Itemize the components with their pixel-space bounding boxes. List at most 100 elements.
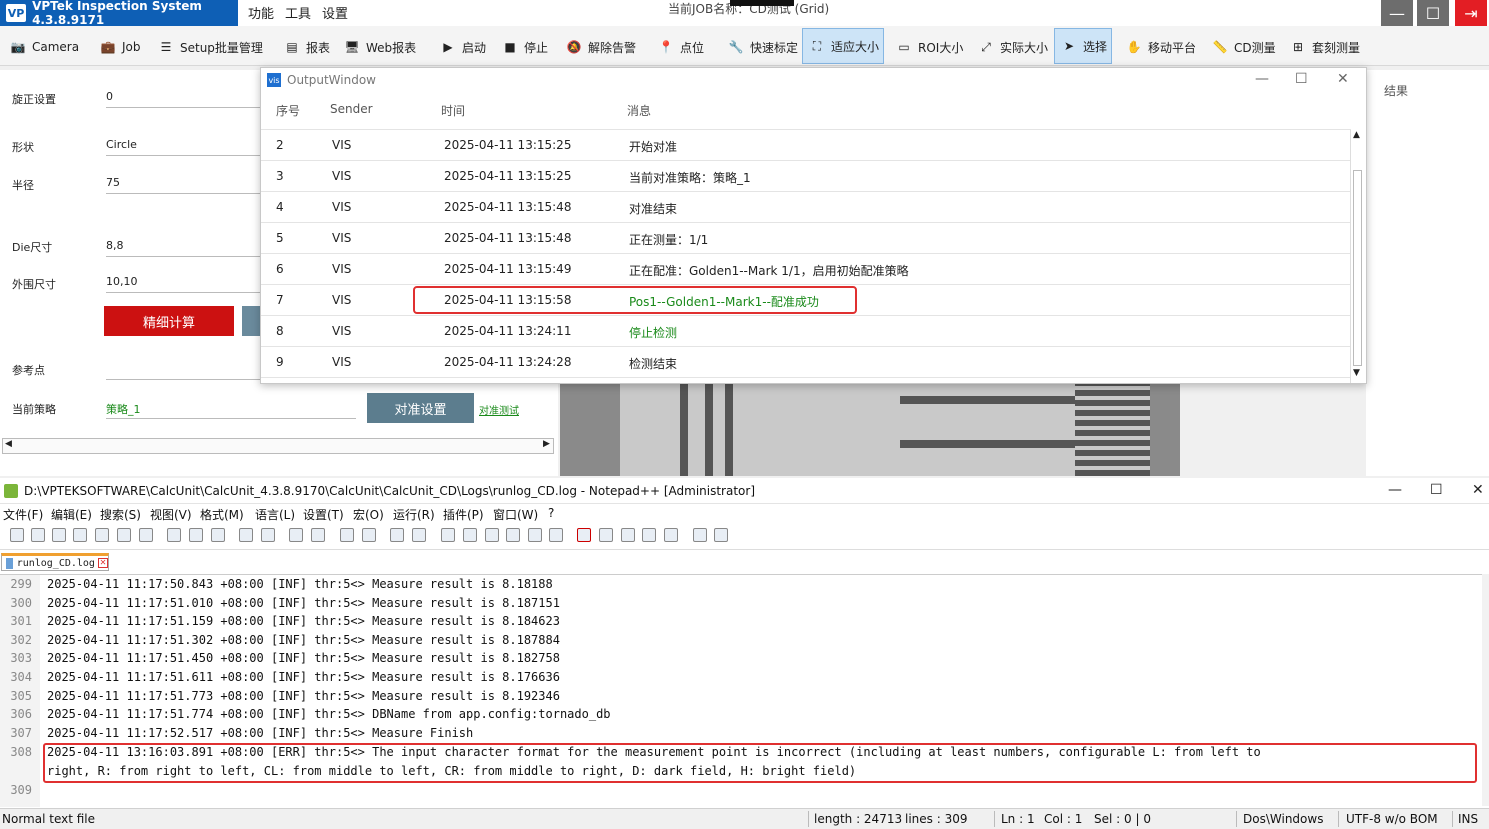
toolbar-clear-alarm[interactable]: 🔕 解除告警 [560,30,640,64]
scroll-thumb[interactable] [1353,170,1362,366]
ow-minimize-icon[interactable]: — [1255,71,1269,87]
play-macro-icon[interactable] [621,528,635,542]
run-macro-multiple-icon[interactable] [642,528,656,542]
menu-help[interactable]: ? [548,506,554,520]
editor-vertical-scrollbar[interactable] [1482,574,1489,806]
zoom-out-icon[interactable] [362,528,376,542]
save-macro-icon[interactable] [664,528,678,542]
menu-search[interactable]: 搜索(S) [100,506,141,523]
align-settings-button[interactable]: 对准设置 [367,393,474,423]
text-editor[interactable]: 299 2025-04-11 11:17:50.843 +08:00 [INF]… [0,574,1484,807]
inspection-image-view[interactable] [560,384,1180,476]
zoom-in-icon[interactable] [340,528,354,542]
toolbar-camera[interactable]: 📷 Camera [4,30,83,64]
paste-icon[interactable] [211,528,225,542]
npp-close-icon[interactable]: ✕ [1472,482,1484,498]
menu-settings-npp[interactable]: 设置(T) [303,506,344,523]
word-wrap-icon[interactable] [441,528,455,542]
npp-minimize-icon[interactable]: — [1388,482,1402,498]
toolbar-job[interactable]: 💼 Job [94,30,145,64]
scroll-right-icon[interactable]: ▶ [543,439,550,449]
toolbar-start[interactable]: ▶ 启动 [434,30,490,64]
minimize-button[interactable]: — [1381,0,1413,26]
scroll-up-icon[interactable]: ▲ [1353,130,1360,140]
die-size-field[interactable]: 8,8 [106,239,260,257]
function-list-icon[interactable] [549,528,563,542]
output-window[interactable]: vis OutputWindow — ☐ ✕ 序号 Sender 时间 消息 2… [260,67,1367,384]
replace-icon[interactable] [311,528,325,542]
toolbar-setup[interactable]: ☰ Setup批量管理 [152,30,267,64]
secondary-button[interactable] [242,306,262,336]
align-test-link[interactable]: 对准测试 [479,402,519,417]
output-vertical-scrollbar[interactable]: ▲ ▼ [1350,130,1364,383]
sync-vertical-icon[interactable] [390,528,404,542]
menu-function[interactable]: 功能 [248,3,274,22]
menu-file[interactable]: 文件(F) [3,506,43,523]
menu-window[interactable]: 窗口(W) [493,506,538,523]
scroll-left-icon[interactable]: ◀ [5,439,12,449]
plugin-icon[interactable] [714,528,728,542]
current-strategy-field[interactable]: 策略_1 [106,401,356,419]
scroll-down-icon[interactable]: ▼ [1353,368,1360,378]
menu-macro[interactable]: 宏(O) [353,506,384,523]
horizontal-scrollbar[interactable]: ◀ ▶ [2,438,554,454]
toolbar-cd-measure[interactable]: 📏 CD测量 [1206,30,1280,64]
menu-language[interactable]: 语言(L) [255,506,295,523]
record-macro-icon[interactable] [577,528,591,542]
close-all-icon[interactable] [117,528,131,542]
toolbar-overlay-measure[interactable]: ⊞ 套刻测量 [1284,30,1364,64]
table-row[interactable]: 6 VIS 2025-04-11 13:15:49 正在配准：Golden1--Mar… [261,254,1351,285]
show-all-chars-icon[interactable] [463,528,477,542]
table-row[interactable]: 9 VIS 2025-04-11 13:24:28 检测结束 [261,347,1351,378]
menu-settings[interactable]: 设置 [322,3,348,22]
toolbar-fit-size[interactable]: ⛶ 适应大小 [802,28,885,64]
notepad-window[interactable]: D:\VPTEKSOFTWARE\CalcUnit\CalcUnit_4.3.8… [0,478,1489,829]
table-row[interactable]: 8 VIS 2025-04-11 13:24:11 停止检测 [261,316,1351,347]
menu-tools[interactable]: 工具 [285,3,311,22]
redo-icon[interactable] [261,528,275,542]
rotation-field[interactable]: 0 [106,90,260,108]
copy-icon[interactable] [189,528,203,542]
fine-calc-button[interactable]: 精细计算 [104,306,234,336]
document-map-icon[interactable] [528,528,542,542]
radius-field[interactable]: 75 [106,176,260,194]
npp-maximize-icon[interactable]: ☐ [1430,482,1443,498]
cut-icon[interactable] [167,528,181,542]
toolbar-roi-size[interactable]: ▭ ROI大小 [890,30,967,64]
toolbar-select[interactable]: ➤ 选择 [1054,28,1113,64]
toolbar-quick-calibrate[interactable]: 🔧 快速标定 [722,30,802,64]
table-row[interactable]: 4 VIS 2025-04-11 13:15:48 对准结束 [261,192,1351,223]
menu-plugins[interactable]: 插件(P) [443,506,484,523]
close-file-icon[interactable] [95,528,109,542]
ow-maximize-icon[interactable]: ☐ [1295,71,1308,87]
menu-format[interactable]: 格式(M) [200,506,244,523]
shape-field[interactable]: Circle [106,138,260,156]
outer-size-field[interactable]: 10,10 [106,275,260,293]
undo-icon[interactable] [239,528,253,542]
save-icon[interactable] [52,528,66,542]
toolbar-points[interactable]: 📍 点位 [652,30,708,64]
table-row[interactable]: 2 VIS 2025-04-11 13:15:25 开始对准 [261,130,1351,161]
toolbar-report[interactable]: ▤ 报表 [278,30,334,64]
toolbar-web-report[interactable]: 🖥 Web报表 [338,30,420,64]
print-icon[interactable] [139,528,153,542]
table-row[interactable]: 5 VIS 2025-04-11 13:15:48 正在测量：1/1 [261,223,1351,254]
exit-button[interactable]: ⇥ [1455,0,1487,26]
maximize-button[interactable]: ☐ [1417,0,1449,26]
ow-close-icon[interactable]: ✕ [1337,71,1349,87]
find-icon[interactable] [289,528,303,542]
menu-edit[interactable]: 编辑(E) [51,506,92,523]
sync-horizontal-icon[interactable] [412,528,426,542]
menu-view[interactable]: 视图(V) [150,506,192,523]
toolbar-move-stage[interactable]: ✋ 移动平台 [1120,30,1200,64]
table-row[interactable]: 3 VIS 2025-04-11 13:15:25 当前对准策略：策略_1 [261,161,1351,192]
toolbar-actual-size[interactable]: ⤢ 实际大小 [972,30,1052,64]
new-file-icon[interactable] [10,528,24,542]
menu-run[interactable]: 运行(R) [393,506,435,523]
toolbar-stop[interactable]: ■ 停止 [496,30,552,64]
spellcheck-icon[interactable] [693,528,707,542]
open-file-icon[interactable] [31,528,45,542]
save-all-icon[interactable] [73,528,87,542]
tab-close-icon[interactable]: ✕ [97,558,108,568]
file-tab[interactable]: runlog_CD.log ✕ [1,553,109,571]
